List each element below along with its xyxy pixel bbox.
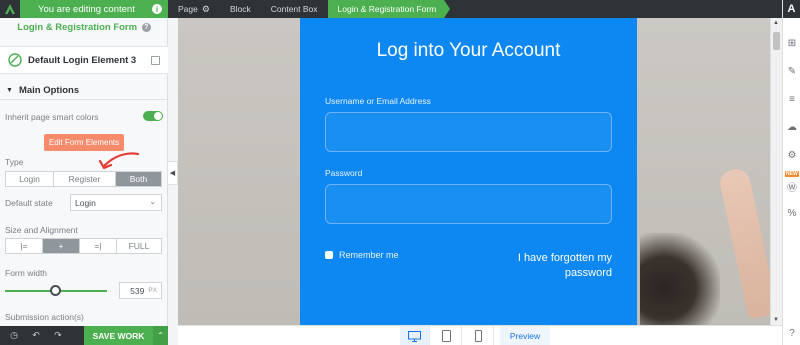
cloud-icon[interactable]: ☁ [783, 122, 800, 133]
help-icon[interactable]: ? [141, 22, 151, 32]
password-field[interactable] [325, 184, 612, 224]
collapse-sidebar-button[interactable]: ◀ [168, 161, 178, 185]
settings-icon[interactable]: ⚙ [783, 150, 800, 161]
align-center-button[interactable]: + [43, 239, 80, 253]
size-alignment-label: Size and Alignment [5, 225, 78, 235]
panel-title-text: Login & Registration Form [17, 22, 138, 33]
element-name: Default Login Element 3 [28, 54, 137, 66]
submission-actions-label: Submission action(s) [5, 312, 84, 322]
edit-form-elements-button[interactable]: Edit Form Elements [44, 134, 124, 151]
main-options-title: Main Options [18, 85, 80, 96]
background-image-left [178, 18, 300, 325]
remember-me-label: Remember me [339, 250, 399, 260]
align-full-button[interactable]: FULL [117, 239, 161, 253]
form-width-value: 539 [130, 285, 145, 296]
scroll-down-icon[interactable]: ▼ [773, 317, 779, 323]
type-option-login[interactable]: Login [6, 172, 54, 186]
login-title: Log into Your Account [376, 40, 561, 61]
breadcrumb-content-box[interactable]: Content Box [261, 0, 328, 18]
sidebar-footer: ◷ ↶ ↷ SAVE WORK ⌃ [0, 326, 168, 345]
mobile-view-button[interactable] [464, 326, 494, 345]
default-state-label: Default state [5, 198, 53, 208]
percent-icon[interactable]: % [783, 208, 800, 219]
align-left-button[interactable]: |= [6, 239, 43, 253]
background-hair [640, 233, 720, 325]
tablet-view-button[interactable] [432, 326, 462, 345]
form-width-slider-handle[interactable] [50, 285, 61, 296]
info-icon[interactable]: i [152, 4, 162, 14]
wordpress-icon[interactable]: Ⓦ [783, 179, 800, 194]
thrive-a-logo[interactable]: A [783, 0, 800, 18]
external-link-icon[interactable] [151, 56, 160, 65]
caret-down-icon: ▼ [6, 87, 13, 94]
save-work-button[interactable]: SAVE WORK [84, 326, 153, 345]
panel-title: Login & Registration Form ? [0, 22, 168, 33]
forgot-password-line2: password [564, 267, 612, 279]
canvas-scrollbar[interactable]: ▲ ▼ [770, 18, 782, 325]
breadcrumb-page-label: Page [178, 4, 198, 14]
tablet-icon [442, 330, 451, 342]
mobile-icon [475, 330, 482, 342]
new-badge: NEW [785, 171, 799, 177]
username-label: Username or Email Address [325, 96, 431, 106]
element-style-icon [8, 53, 22, 67]
smart-colors-toggle[interactable] [143, 111, 163, 121]
brush-icon[interactable]: ✎ [783, 66, 800, 77]
editor-canvas[interactable]: Log into Your Account Username or Email … [178, 18, 770, 325]
username-field[interactable] [325, 112, 612, 152]
form-width-label: Form width [5, 268, 48, 278]
scrollbar-thumb[interactable] [773, 32, 780, 50]
forgot-password-link[interactable]: I have forgotten my password [502, 251, 612, 281]
breadcrumb: Page ⚙ Block Content Box Login & Registr… [168, 0, 782, 18]
alignment-selector: |= + =| FULL [5, 238, 162, 254]
login-form[interactable]: Log into Your Account Username or Email … [300, 18, 637, 325]
remember-me[interactable]: Remember me [325, 250, 399, 260]
remember-me-checkbox[interactable] [325, 251, 333, 259]
align-right-button[interactable]: =| [80, 239, 117, 253]
desktop-icon [408, 330, 421, 342]
undo-icon[interactable]: ↶ [28, 326, 44, 345]
main-options-header[interactable]: ▼ Main Options [0, 82, 168, 100]
editor-sidebar: You are editing content i Login & Regist… [0, 0, 168, 345]
save-options-chevron-icon[interactable]: ⌃ [153, 326, 168, 345]
annotation-arrow-icon [98, 152, 140, 170]
form-width-unit: PX [148, 287, 157, 294]
chevron-down-icon: ⌄ [149, 197, 156, 206]
thrive-logo[interactable] [0, 0, 20, 18]
logo-icon [5, 4, 15, 14]
preview-button[interactable]: Preview [500, 326, 550, 345]
smart-colors-label: Inherit page smart colors [5, 112, 99, 122]
breadcrumb-page[interactable]: Page ⚙ [168, 0, 220, 18]
desktop-view-button[interactable] [400, 326, 430, 345]
form-width-input[interactable]: 539 PX [119, 282, 162, 299]
type-label: Type [5, 157, 24, 167]
editing-status-bar: You are editing content i [20, 0, 168, 18]
device-bar: Preview [178, 325, 782, 345]
redo-icon[interactable]: ↷ [50, 326, 66, 345]
editing-status-text: You are editing content [38, 3, 135, 15]
history-icon[interactable]: ◷ [6, 326, 22, 345]
add-element-icon[interactable]: ⊞ [783, 38, 800, 49]
right-toolbar: A ⊞ ✎ ≡ ☁ ⚙ NEW Ⓦ % ? [782, 0, 800, 345]
password-label: Password [325, 168, 363, 178]
breadcrumb-block[interactable]: Block [220, 0, 261, 18]
gear-icon[interactable]: ⚙ [202, 4, 210, 15]
breadcrumb-current[interactable]: Login & Registration Form [327, 0, 451, 18]
help-bulb-icon[interactable]: ? [783, 328, 800, 339]
sliders-icon[interactable]: ≡ [783, 94, 800, 105]
forgot-password-line1: I have forgotten my [517, 252, 612, 264]
default-state-value: Login [75, 197, 96, 208]
scroll-up-icon[interactable]: ▲ [773, 20, 779, 26]
default-state-select[interactable]: Login ⌄ [70, 194, 162, 211]
element-selector[interactable]: Default Login Element 3 [0, 46, 168, 74]
